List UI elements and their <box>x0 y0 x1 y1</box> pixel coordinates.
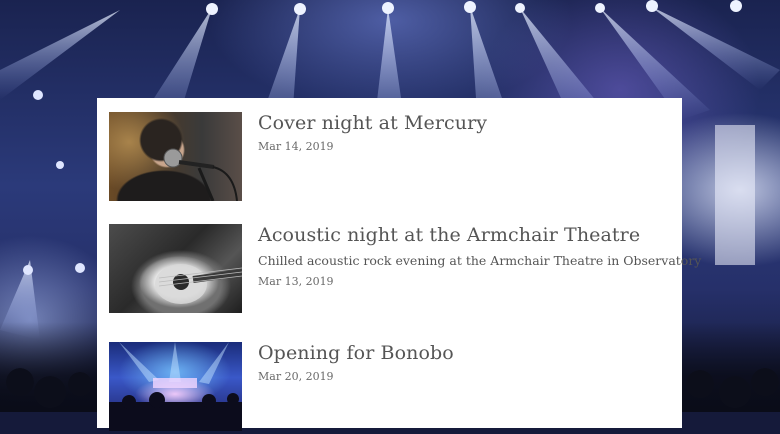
guitar-icon <box>155 264 242 304</box>
event-date: Mar 14, 2019 <box>258 140 334 153</box>
events-list-card: Cover night at Mercury Mar 14, 2019 Acou… <box>97 98 701 431</box>
event-date: Mar 20, 2019 <box>258 370 334 383</box>
microphone-icon <box>163 148 238 201</box>
event-description: Chilled acoustic rock evening at the Arm… <box>258 253 702 268</box>
event-thumbnail[interactable] <box>109 342 242 431</box>
event-thumbnail[interactable] <box>109 224 242 313</box>
event-thumbnail[interactable] <box>109 112 242 201</box>
event-title[interactable]: Opening for Bonobo <box>258 342 454 364</box>
event-date: Mar 13, 2019 <box>258 275 334 288</box>
event-title[interactable]: Cover night at Mercury <box>258 112 487 134</box>
event-item[interactable]: Acoustic night at the Armchair Theatre C… <box>109 224 701 316</box>
event-item[interactable]: Opening for Bonobo Mar 20, 2019 <box>109 342 669 434</box>
stage-icon <box>109 342 242 431</box>
event-title[interactable]: Acoustic night at the Armchair Theatre <box>258 224 640 246</box>
event-item[interactable]: Cover night at Mercury Mar 14, 2019 <box>109 112 669 204</box>
